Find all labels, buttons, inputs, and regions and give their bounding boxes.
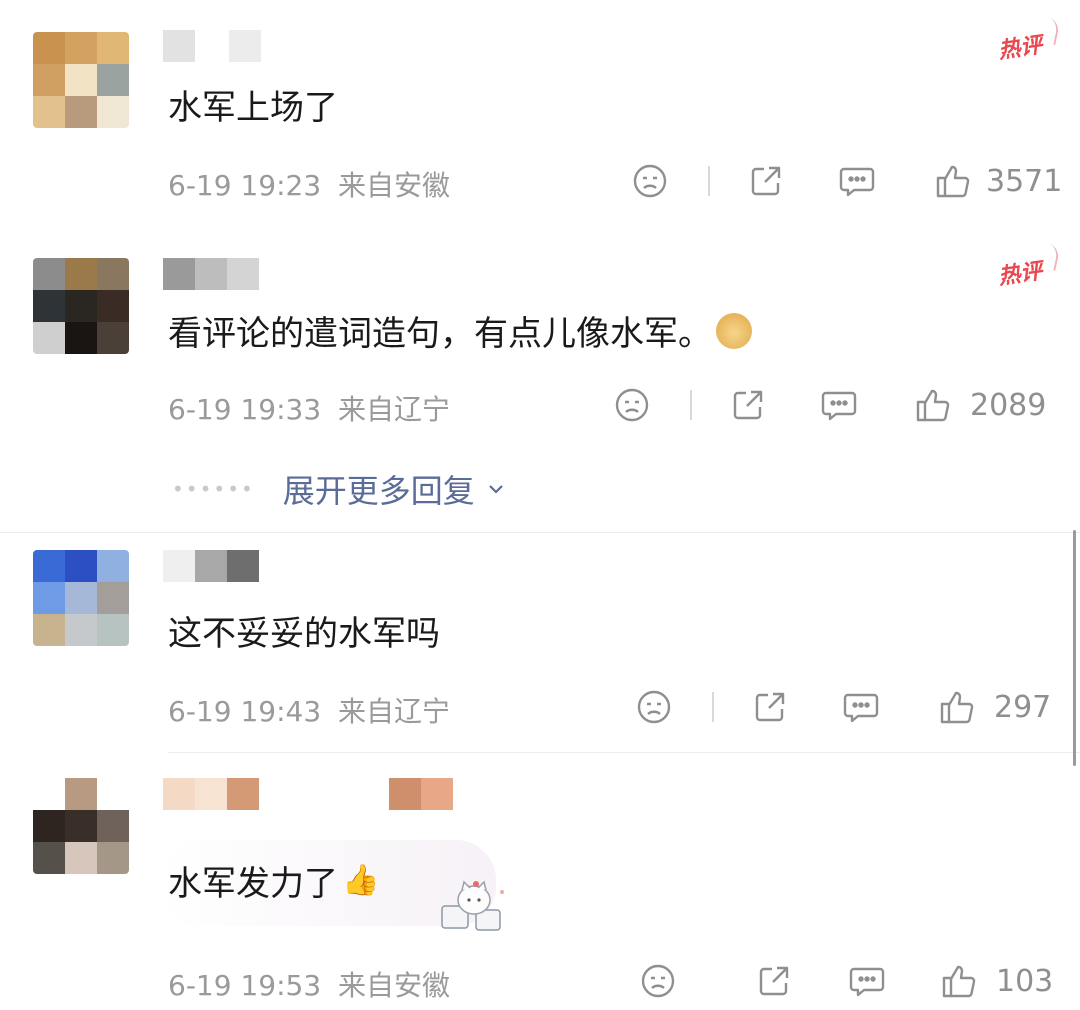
like-count: 103 (996, 963, 1054, 999)
username-redacted[interactable] (163, 258, 259, 290)
like-button[interactable]: 103 (940, 962, 1053, 1000)
share-button[interactable] (752, 689, 788, 725)
sad-face-icon (615, 388, 649, 422)
comment-time: 6-19 19:43 (168, 695, 322, 728)
like-button[interactable]: 2089 (914, 386, 1046, 424)
comment-icon (843, 693, 879, 723)
comment-location: 来自安徽 (338, 169, 451, 202)
section-divider (0, 532, 1080, 533)
comment-meta: 6-19 19:43 来自辽宁 (168, 690, 450, 730)
cat-sticker-icon (441, 880, 504, 931)
reply-button[interactable] (820, 387, 858, 423)
share-icon (755, 692, 785, 722)
comment-actions: 103 (640, 962, 1053, 1000)
expand-replies-label: 展开更多回复 (282, 472, 475, 510)
doge-emoji-icon (716, 312, 752, 349)
comment-actions: 2089 (614, 386, 1046, 424)
like-count: 297 (994, 689, 1052, 725)
sad-face-icon (637, 690, 671, 724)
share-icon (751, 166, 781, 196)
comment-location: 来自辽宁 (338, 695, 451, 728)
comment-text-content: 看评论的遣词造句，有点儿像水军。 (168, 314, 712, 354)
chevron-down-icon (489, 485, 503, 494)
share-button[interactable] (748, 163, 784, 199)
comment-actions: 297 (636, 688, 1051, 726)
comment-icon (839, 167, 875, 197)
hot-comment-badge: 热评 (986, 24, 1054, 69)
dislike-button[interactable] (614, 387, 650, 423)
comment-meta: 6-19 19:33 来自辽宁 (168, 388, 450, 428)
comment-meta: 6-19 19:53 来自安徽 (168, 964, 450, 1004)
hot-comment-badge: 热评 (986, 250, 1054, 295)
dots-icon: •••••• (172, 477, 255, 501)
comment-meta: 6-19 19:23 来自安徽 (168, 164, 450, 204)
thumbs-up-emoji-icon: 👍 (342, 863, 380, 898)
comment-time: 6-19 19:33 (168, 393, 322, 426)
comment-text: 水军发力了 👍 (168, 856, 379, 905)
comment-text: 水军上场了 (168, 88, 338, 128)
thumbs-up-icon (936, 165, 970, 198)
thumbs-up-icon (942, 965, 976, 998)
section-divider (168, 752, 1080, 753)
sad-face-icon (633, 164, 667, 198)
share-button[interactable] (756, 963, 792, 999)
comment-icon (821, 391, 857, 421)
username-redacted[interactable] (163, 30, 361, 62)
comment-text-content: 水军发力了 (168, 864, 338, 904)
divider (690, 390, 692, 420)
dislike-button[interactable] (636, 689, 672, 725)
share-icon (759, 966, 789, 996)
thumbs-up-icon (916, 389, 950, 422)
comment-text: 看评论的遣词造句，有点儿像水军。 (168, 306, 752, 355)
expand-replies-link[interactable]: •••••• 展开更多回复 (172, 466, 507, 512)
avatar[interactable] (33, 778, 129, 874)
comment-location: 来自辽宁 (338, 393, 451, 426)
sad-face-icon (641, 964, 675, 998)
divider (712, 692, 714, 722)
like-count: 3571 (986, 163, 1063, 199)
share-icon (733, 390, 763, 420)
username-redacted[interactable] (163, 778, 453, 810)
comment-icon (849, 967, 885, 997)
divider (716, 966, 718, 996)
username-redacted[interactable] (163, 550, 259, 582)
thumbs-up-icon (940, 691, 974, 724)
comment-location: 来自安徽 (338, 969, 451, 1002)
dislike-button[interactable] (640, 963, 676, 999)
comment-actions: 3571 (632, 162, 1062, 200)
reply-button[interactable] (838, 163, 876, 199)
avatar[interactable] (33, 258, 129, 354)
reply-button[interactable] (842, 689, 880, 725)
divider (708, 166, 710, 196)
like-count: 2089 (970, 387, 1047, 423)
reply-button[interactable] (848, 963, 886, 999)
avatar[interactable] (33, 32, 129, 128)
like-button[interactable]: 297 (938, 688, 1051, 726)
share-button[interactable] (730, 387, 766, 423)
comment-time: 6-19 19:23 (168, 169, 322, 202)
like-button[interactable]: 3571 (934, 162, 1062, 200)
comment-text: 这不妥妥的水军吗 (168, 614, 440, 654)
avatar[interactable] (33, 550, 129, 646)
scrollbar[interactable] (1073, 530, 1076, 766)
dislike-button[interactable] (632, 163, 668, 199)
comment-time: 6-19 19:53 (168, 969, 322, 1002)
